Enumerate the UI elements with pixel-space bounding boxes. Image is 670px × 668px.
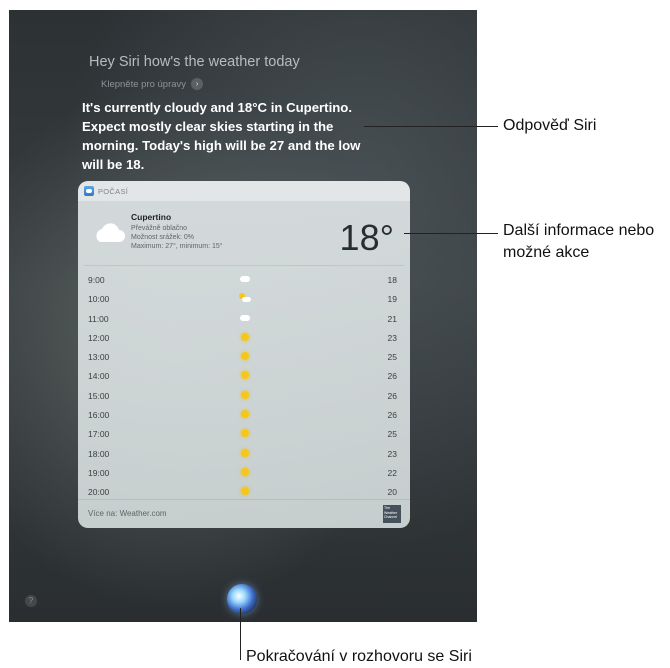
hourly-row: 18:00 23 xyxy=(78,444,410,463)
siri-answer-text: It's currently cloudy and 18°C in Cupert… xyxy=(82,100,361,172)
callout-line-info xyxy=(404,233,498,234)
sun-icon xyxy=(238,369,252,381)
precipitation-text: Možnost srážek: 0% xyxy=(131,234,195,241)
sun-icon xyxy=(238,485,252,497)
weather-channel-logo[interactable]: The Weather Channel xyxy=(383,505,401,523)
tap-to-edit-label: Klepněte pro úpravy xyxy=(101,78,187,90)
card-footer: Více na: Weather.com The Weather Channel xyxy=(78,499,410,528)
weather-app-icon xyxy=(84,186,94,196)
min-max-text: Maximum: 27°, minimum: 15° xyxy=(131,243,223,250)
hourly-row: 10:00 19 xyxy=(78,289,410,308)
sun-icon xyxy=(238,331,252,343)
sun-icon xyxy=(238,350,252,362)
help-button[interactable]: ? xyxy=(25,595,37,607)
callout-line-answer xyxy=(364,126,498,127)
cloud-icon xyxy=(238,312,252,324)
hourly-row: 9:00 18 xyxy=(78,270,410,289)
siri-orb-button[interactable] xyxy=(227,584,257,614)
hour-temperature: 26 xyxy=(387,390,397,401)
hour-temperature: 19 xyxy=(387,294,397,305)
hour-label: 15:00 xyxy=(88,390,110,401)
hourly-row: 12:00 23 xyxy=(78,328,410,347)
sun-icon xyxy=(238,408,252,420)
weather-card[interactable]: POČASÍ Cupertino Převážně oblačno Možnos… xyxy=(78,181,410,528)
hour-label: 18:00 xyxy=(88,448,110,459)
sun-icon xyxy=(238,447,252,459)
hour-label: 20:00 xyxy=(88,487,110,498)
hour-label: 12:00 xyxy=(88,332,110,343)
hour-temperature: 25 xyxy=(387,429,397,440)
hourly-row: 17:00 25 xyxy=(78,424,410,443)
hourly-row: 15:00 26 xyxy=(78,386,410,405)
hour-label: 17:00 xyxy=(88,429,110,440)
sun-icon xyxy=(238,389,252,401)
weather-summary: Cupertino Převážně oblačno Možnost sráže… xyxy=(78,201,410,265)
condition-text: Převážně oblačno xyxy=(131,225,188,232)
hour-label: 13:00 xyxy=(88,352,110,363)
current-temperature: 18° xyxy=(339,217,394,258)
hourly-row: 11:00 21 xyxy=(78,309,410,328)
callout-siri-answer: Odpověď Siri xyxy=(503,117,597,134)
hourly-row: 14:00 26 xyxy=(78,366,410,385)
condition-details: Převážně oblačno Možnost srážek: 0% Maxi… xyxy=(131,224,223,251)
hour-temperature: 26 xyxy=(387,371,397,382)
sun-icon xyxy=(238,427,252,439)
hour-temperature: 20 xyxy=(387,487,397,498)
card-header: POČASÍ xyxy=(78,181,410,201)
chevron-right-icon: › xyxy=(191,78,204,90)
hour-label: 10:00 xyxy=(88,294,110,305)
hour-temperature: 22 xyxy=(387,467,397,478)
card-app-label: POČASÍ xyxy=(98,186,129,196)
hourly-row: 16:00 26 xyxy=(78,405,410,424)
sun-icon xyxy=(238,466,252,478)
more-on-weather-link[interactable]: Více na: Weather.com xyxy=(88,509,167,518)
hourly-row: 13:00 25 xyxy=(78,347,410,366)
callout-line-continue xyxy=(240,608,241,660)
hour-label: 14:00 xyxy=(88,371,110,382)
partly-cloudy-icon xyxy=(238,292,252,304)
hour-temperature: 21 xyxy=(387,313,397,324)
siri-screen: Hey Siri how's the weather today Klepnět… xyxy=(9,10,477,622)
hour-temperature: 25 xyxy=(387,352,397,363)
city-name: Cupertino xyxy=(131,212,172,222)
siri-query-text[interactable]: Hey Siri how's the weather today xyxy=(89,54,300,70)
cloud-icon xyxy=(96,223,125,242)
hour-label: 11:00 xyxy=(88,313,109,324)
hour-temperature: 23 xyxy=(387,332,397,343)
callout-more-info: Další informace nebo možné akce xyxy=(503,222,655,261)
hour-temperature: 18 xyxy=(387,275,397,285)
hour-temperature: 26 xyxy=(387,410,397,421)
hour-label: 9:00 xyxy=(88,275,105,285)
callout-continue: Pokračování v rozhovoru se Siri xyxy=(246,648,472,665)
hourly-row: 19:00 22 xyxy=(78,463,410,482)
hour-temperature: 23 xyxy=(387,448,397,459)
hour-label: 16:00 xyxy=(88,410,110,421)
tap-to-edit-link[interactable]: Klepněte pro úpravy › xyxy=(101,78,204,90)
hour-label: 19:00 xyxy=(88,467,110,478)
hourly-forecast-list: 9:00 18 10:00 19 11:00 21 12:00 23 13:00 25 14:00 2… xyxy=(78,266,410,502)
cloud-icon xyxy=(238,273,252,285)
